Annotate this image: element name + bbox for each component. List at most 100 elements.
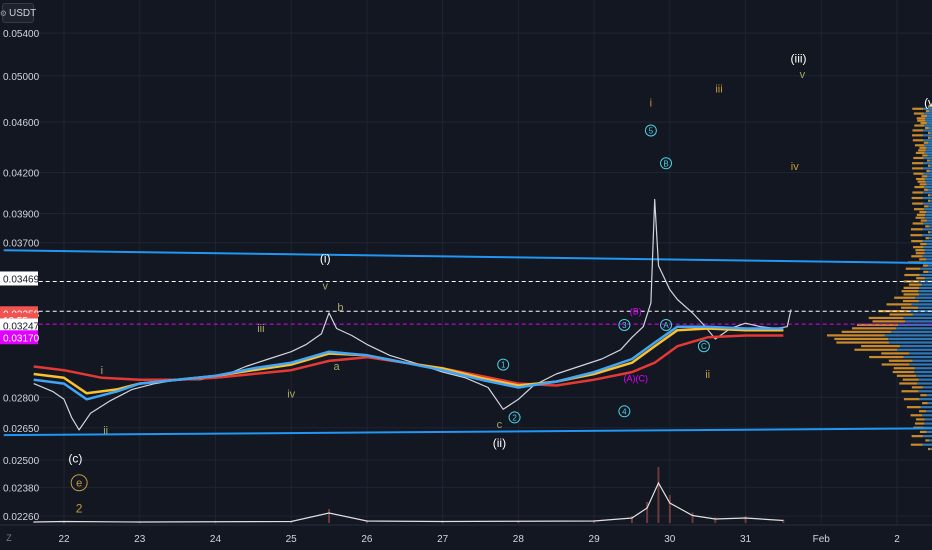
profile-bar-blue: [896, 327, 932, 330]
volume-profile: [827, 105, 932, 451]
profile-bar-blue: [923, 167, 932, 170]
profile-bar-orange: [852, 327, 897, 330]
profile-bar-orange: [919, 258, 927, 261]
profile-bar-blue: [925, 149, 932, 152]
profile-bar-orange: [912, 167, 924, 170]
time-tick-label: 2: [894, 534, 900, 545]
profile-bar-blue: [926, 122, 932, 125]
profile-bar-blue: [923, 156, 932, 160]
profile-bar-orange: [919, 210, 927, 214]
price-tick-label: 0.05000: [3, 72, 40, 83]
profile-bar-orange: [920, 243, 927, 246]
profile-bar-blue: [922, 443, 932, 446]
profile-bar-orange: [827, 334, 885, 337]
channel-trendline: [3, 427, 932, 437]
profile-bar-blue: [926, 394, 932, 397]
profile-bar-orange: [910, 414, 923, 417]
profile-bar-blue: [900, 345, 932, 348]
time-tick-label: 26: [361, 534, 373, 545]
profile-bar-orange: [869, 355, 904, 359]
profile-bar-blue: [924, 249, 932, 252]
profile-bar-orange: [928, 447, 931, 451]
profile-bar-orange: [893, 367, 915, 370]
profile-bar-orange: [910, 234, 923, 237]
profile-bar-blue: [912, 313, 932, 316]
profile-bar-orange: [920, 122, 927, 125]
price-chart[interactable]: (iii)viii(v)iiv(i)vbiiiiaiviic(ii)(c)2ii…: [0, 0, 932, 550]
profile-bar-orange: [928, 194, 931, 197]
profile-bar-orange: [928, 136, 931, 139]
profile-bar-orange: [912, 107, 924, 110]
profile-bar-orange: [919, 146, 927, 149]
profile-bar-orange: [928, 164, 931, 167]
profile-bar-orange: [901, 290, 919, 293]
profile-bar-blue: [922, 196, 932, 200]
profile-bar-blue: [924, 216, 932, 219]
time-tick-label: 27: [437, 534, 449, 545]
currency-label: USDT: [8, 7, 37, 19]
profile-bar-orange: [916, 213, 926, 216]
profile-bar-orange: [919, 410, 927, 413]
wave-circle-label: 4: [622, 407, 627, 416]
time-tick-label: Feb: [813, 534, 831, 545]
profile-bar-blue: [928, 188, 932, 191]
currency-badge[interactable]: ⚙ USDT: [0, 3, 37, 23]
wave-circle-label: e: [76, 478, 82, 490]
profile-bar-blue: [919, 293, 932, 296]
profile-bar-blue: [926, 146, 932, 149]
time-tick-label: 25: [286, 534, 298, 545]
profile-bar-blue: [925, 119, 932, 122]
profile-bar-orange: [925, 126, 929, 130]
timezone-logo: Z: [6, 533, 12, 543]
profile-bar-blue: [922, 134, 932, 137]
profile-bar-blue: [928, 205, 932, 208]
profile-bar-blue: [922, 435, 932, 438]
profile-bar-orange: [921, 175, 928, 178]
profile-bar-orange: [836, 341, 889, 344]
price-tick-label: 0.05400: [3, 29, 40, 40]
profile-bar-blue: [911, 303, 932, 306]
price-tick-label: 0.02800: [3, 393, 40, 404]
profile-bar-orange: [834, 337, 889, 341]
profile-bar-orange: [868, 316, 904, 320]
profile-bar-orange: [911, 196, 923, 200]
volume-histogram: [32, 467, 785, 523]
profile-bar-orange: [928, 199, 931, 202]
wave-label: i: [101, 365, 103, 377]
wave-label: (ii): [493, 436, 506, 450]
profile-bar-blue: [920, 406, 932, 409]
profile-bar-orange: [925, 439, 929, 442]
wave-label: iv: [287, 388, 295, 400]
profile-bar-blue: [923, 222, 932, 225]
profile-bar-orange: [916, 277, 925, 280]
profile-bar-orange: [913, 246, 924, 249]
profile-bar-orange: [918, 149, 926, 152]
profile-bar-orange: [910, 228, 923, 231]
volume-bar: [744, 516, 747, 523]
time-axis: 22232425262728293031Feb23Z: [0, 524, 932, 550]
profile-bar-blue: [927, 264, 932, 267]
profile-bar-orange: [910, 443, 923, 446]
profile-bar-orange: [914, 124, 925, 127]
profile-bar-blue: [926, 210, 932, 214]
profile-bar-orange: [881, 352, 910, 355]
wave-circle-label: 5: [649, 127, 654, 136]
profile-bar-blue: [903, 316, 932, 320]
profile-bar-blue: [920, 267, 932, 270]
profile-bar-blue: [922, 414, 932, 417]
wave-circle-label: 2: [512, 413, 517, 422]
profile-bar-orange: [919, 183, 927, 186]
wave-circle-label: 3: [622, 321, 627, 330]
profile-bar-orange: [914, 144, 925, 147]
wave-circle-label: B: [663, 159, 668, 168]
wave-label: v: [323, 281, 329, 293]
profile-bar-blue: [924, 185, 932, 189]
profile-bar-blue: [922, 228, 932, 231]
profile-bar-blue: [914, 367, 932, 370]
profile-bar-orange: [886, 303, 912, 306]
moving-averages: [33, 198, 792, 431]
profile-bar-blue: [919, 286, 932, 289]
profile-bar-blue: [914, 370, 932, 374]
profile-bar-orange: [915, 216, 925, 219]
profile-bar-orange: [923, 141, 929, 144]
